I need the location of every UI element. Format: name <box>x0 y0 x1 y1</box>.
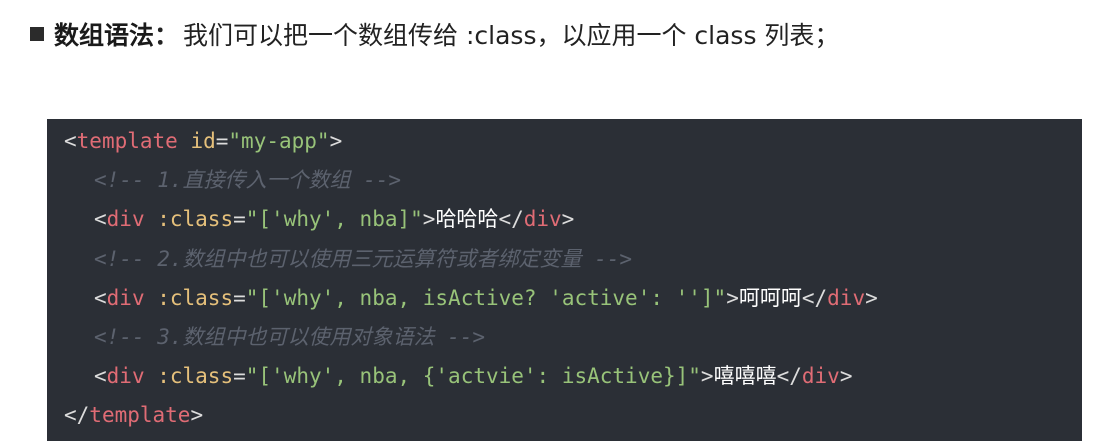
code-line-div-1: <div :class="['why', nba]">哈哈哈</div> <box>94 207 575 231</box>
code-comment-2: <!-- 2.数组中也可以使用三元运算符或者绑定变量 --> <box>94 247 633 271</box>
code-line-template-close: </template> <box>64 403 204 427</box>
square-bullet-icon <box>30 27 44 41</box>
code-comment-1: <!-- 1.直接传入一个数组 --> <box>94 168 402 192</box>
heading-term: 数组语法 <box>54 21 155 50</box>
code-line-template-open: <template id="my-app"> <box>64 129 343 153</box>
code-block: <template id="my-app"> <!-- 1.直接传入一个数组 -… <box>47 119 1082 441</box>
code-line-div-2: <div :class="['why', nba, isActive? 'act… <box>94 286 878 310</box>
heading-description: 我们可以把一个数组传给 :class，以应用一个 class 列表； <box>183 21 840 50</box>
heading-colon: ： <box>154 21 180 50</box>
section-heading: 数组语法 ： 我们可以把一个数组传给 :class，以应用一个 class 列表… <box>30 14 839 54</box>
code-line-div-3: <div :class="['why', nba, {'actvie': isA… <box>94 364 853 388</box>
code-comment-3: <!-- 3.数组中也可以使用对象语法 --> <box>94 325 486 349</box>
